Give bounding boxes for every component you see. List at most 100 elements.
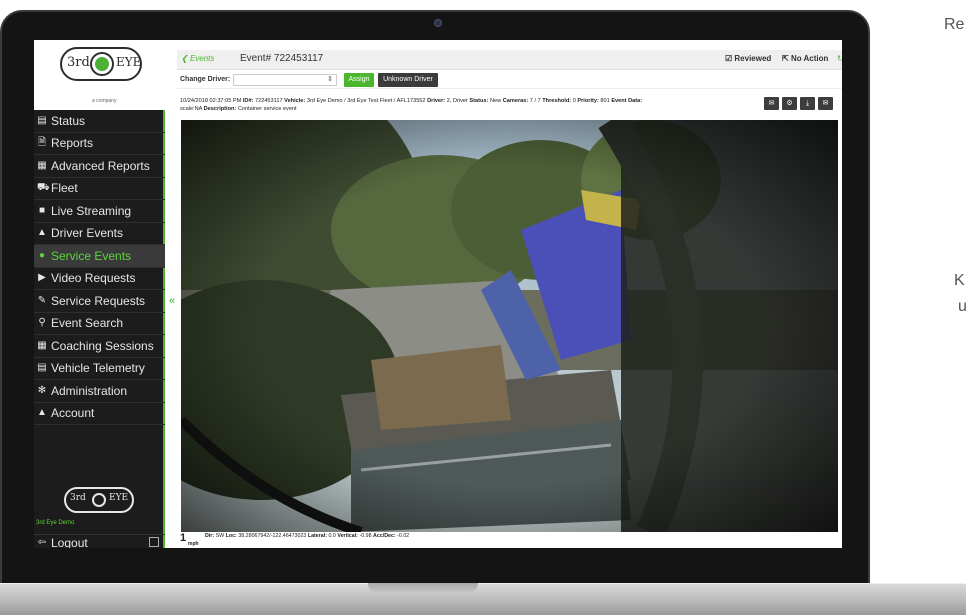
sidebar-item-label: Fleet	[51, 181, 78, 196]
id-label: ID#:	[242, 98, 254, 104]
sidebar-item-event-search[interactable]: ⚲ Event Search	[34, 313, 165, 335]
lateral-label: Lateral:	[307, 533, 327, 539]
page-text-fragment: u	[958, 298, 966, 315]
logo-subtext: a company	[92, 98, 117, 104]
sidebar-item-fleet[interactable]: ⛟ Fleet	[34, 178, 165, 200]
driver-toolbar: Change Driver: ⇕ Assign Unknown Driver	[177, 71, 842, 89]
document-icon: 🗎	[37, 137, 47, 149]
brand-logo[interactable]: 3rd EYE a company	[34, 40, 165, 110]
logo-text-left: 3rd	[67, 55, 90, 70]
back-label: Events	[189, 54, 215, 63]
cameras-label: Cameras:	[502, 98, 529, 104]
sidebar-item-live-streaming[interactable]: ■ Live Streaming	[34, 200, 165, 223]
logout-label: Logout	[51, 535, 88, 549]
event-data-label: Event Data:	[611, 98, 643, 104]
sidebar-item-vehicle-telemetry[interactable]: ▤ Vehicle Telemetry	[34, 358, 165, 380]
laptop-notch	[368, 583, 478, 593]
sidebar-item-label: Event Search	[51, 316, 124, 331]
event-data-value: scale:NA	[180, 106, 203, 112]
status-value: New	[489, 98, 502, 104]
sidebar-item-label: Status	[51, 113, 86, 128]
sidebar-item-label: Administration	[51, 383, 128, 398]
list-icon: ▤	[37, 362, 47, 374]
info-icon: ●	[38, 249, 46, 261]
video-frame	[181, 120, 838, 532]
sidebar-item-reports[interactable]: 🗎 Reports	[34, 133, 165, 155]
page-text-fragment: K	[954, 272, 965, 289]
logo-eye-icon: 3rd EYE	[60, 47, 142, 81]
no-action-button[interactable]: ⇱ No Action	[782, 54, 828, 63]
priority-value: 801	[600, 98, 610, 104]
sidebar-nav: ▤ Status 🗎 Reports ▦ Advanced Reports ⛟ Flee…	[34, 110, 165, 425]
user-icon: ▲	[37, 407, 47, 419]
logo-iris-icon	[92, 54, 112, 74]
select-arrow-icon: ⇕	[327, 76, 333, 83]
sidebar-item-service-events[interactable]: ● Service Events	[34, 245, 165, 268]
loc-label: Loc:	[225, 533, 237, 539]
video-camera-icon: ■	[38, 204, 46, 216]
download-icon[interactable]: ⤓	[800, 97, 815, 110]
description-value: Container service event	[237, 106, 297, 112]
no-action-label: No Action	[790, 54, 829, 63]
speed-value: 1	[180, 532, 187, 544]
marketing-page: Re K u 3rd EYE a company ▤ Status 🗎 Report…	[0, 0, 966, 615]
priority-label: Priority:	[577, 98, 599, 104]
driver-select[interactable]: ⇕	[233, 74, 337, 86]
sidebar-logo: 3rd EYE	[64, 487, 134, 513]
refresh-icon[interactable]: ↻	[837, 54, 842, 63]
sidebar-item-account[interactable]: ▲ Account	[34, 403, 165, 425]
accdec-value: -0.02	[397, 533, 410, 539]
sidebar-item-video-requests[interactable]: ▶ Video Requests	[34, 268, 165, 290]
collapse-sidebar-icon[interactable]: «	[169, 295, 175, 307]
description-label: Description:	[203, 106, 237, 112]
back-to-events-link[interactable]: ❮ Events	[181, 54, 214, 63]
sidebar: 3rd EYE a company ▤ Status 🗎 Reports ▦ Adva…	[34, 40, 165, 548]
warning-icon: ▲	[37, 227, 47, 239]
email-icon[interactable]: ✉	[818, 97, 833, 110]
dir-value: SW	[215, 533, 225, 539]
driver-label: Driver:	[427, 98, 446, 104]
wrench-icon: ✎	[37, 294, 47, 306]
sidebar-item-driver-events[interactable]: ▲ Driver Events	[34, 223, 165, 245]
event-header: ❮ Events Event# 722453117 ☑ Reviewed ⇱ N…	[177, 50, 842, 70]
cameras-value: 7 / 7	[529, 98, 541, 104]
search-icon: ⚲	[38, 317, 46, 329]
reviewed-label: Reviewed	[734, 54, 772, 63]
sidebar-item-label: Account	[51, 406, 95, 421]
logout-button[interactable]: ⇦ Logout	[34, 534, 165, 548]
status-icon: ▤	[37, 114, 47, 126]
page-text-fragment: Re	[944, 16, 965, 33]
vehicle-value: 3rd Eye Demo / 3rd Eye Test Fleet / AFL1…	[306, 98, 426, 104]
logo-text-left: 3rd	[70, 493, 86, 503]
page-title: Event# 722453117	[240, 53, 324, 64]
vertical-label: Vertical:	[337, 533, 358, 539]
lateral-value: 0.0	[328, 533, 336, 539]
status-label: Status:	[469, 98, 489, 104]
sidebar-item-coaching-sessions[interactable]: ▦ Coaching Sessions	[34, 335, 165, 358]
fullscreen-icon[interactable]	[149, 537, 159, 547]
sidebar-item-service-requests[interactable]: ✎ Service Requests	[34, 290, 165, 313]
gear-icon[interactable]: ⚙	[782, 97, 797, 110]
reviewed-checkbox[interactable]: ☑ Reviewed	[725, 54, 771, 63]
loc-value: 38.28067942/-122.46473023	[238, 533, 307, 539]
sidebar-item-advanced-reports[interactable]: ▦ Advanced Reports	[34, 155, 165, 178]
assign-button[interactable]: Assign	[344, 73, 374, 87]
sidebar-item-label: Advanced Reports	[51, 158, 150, 173]
logo-text-right: EYE	[116, 55, 142, 69]
vertical-value: -0.98	[359, 533, 372, 539]
dir-label: Dir:	[205, 533, 215, 539]
play-icon: ▶	[38, 272, 46, 284]
bar-chart-icon: ▦	[37, 159, 47, 171]
event-video-player[interactable]	[181, 120, 838, 532]
comment-icon[interactable]: ✉	[764, 97, 779, 110]
sidebar-item-label: Live Streaming	[51, 203, 132, 218]
sidebar-item-administration[interactable]: ✻ Administration	[34, 380, 165, 403]
event-id: 722453117	[254, 98, 283, 104]
logo-iris-icon	[92, 493, 106, 507]
sidebar-item-label: Service Requests	[51, 293, 146, 308]
sidebar-item-label: Video Requests	[51, 271, 136, 286]
logout-icon: ⇦	[37, 537, 47, 548]
event-datetime: 10/24/2018 02:37:05 PM	[180, 98, 242, 104]
unknown-driver-button[interactable]: Unknown Driver	[378, 73, 438, 87]
sidebar-item-status[interactable]: ▤ Status	[34, 110, 165, 133]
